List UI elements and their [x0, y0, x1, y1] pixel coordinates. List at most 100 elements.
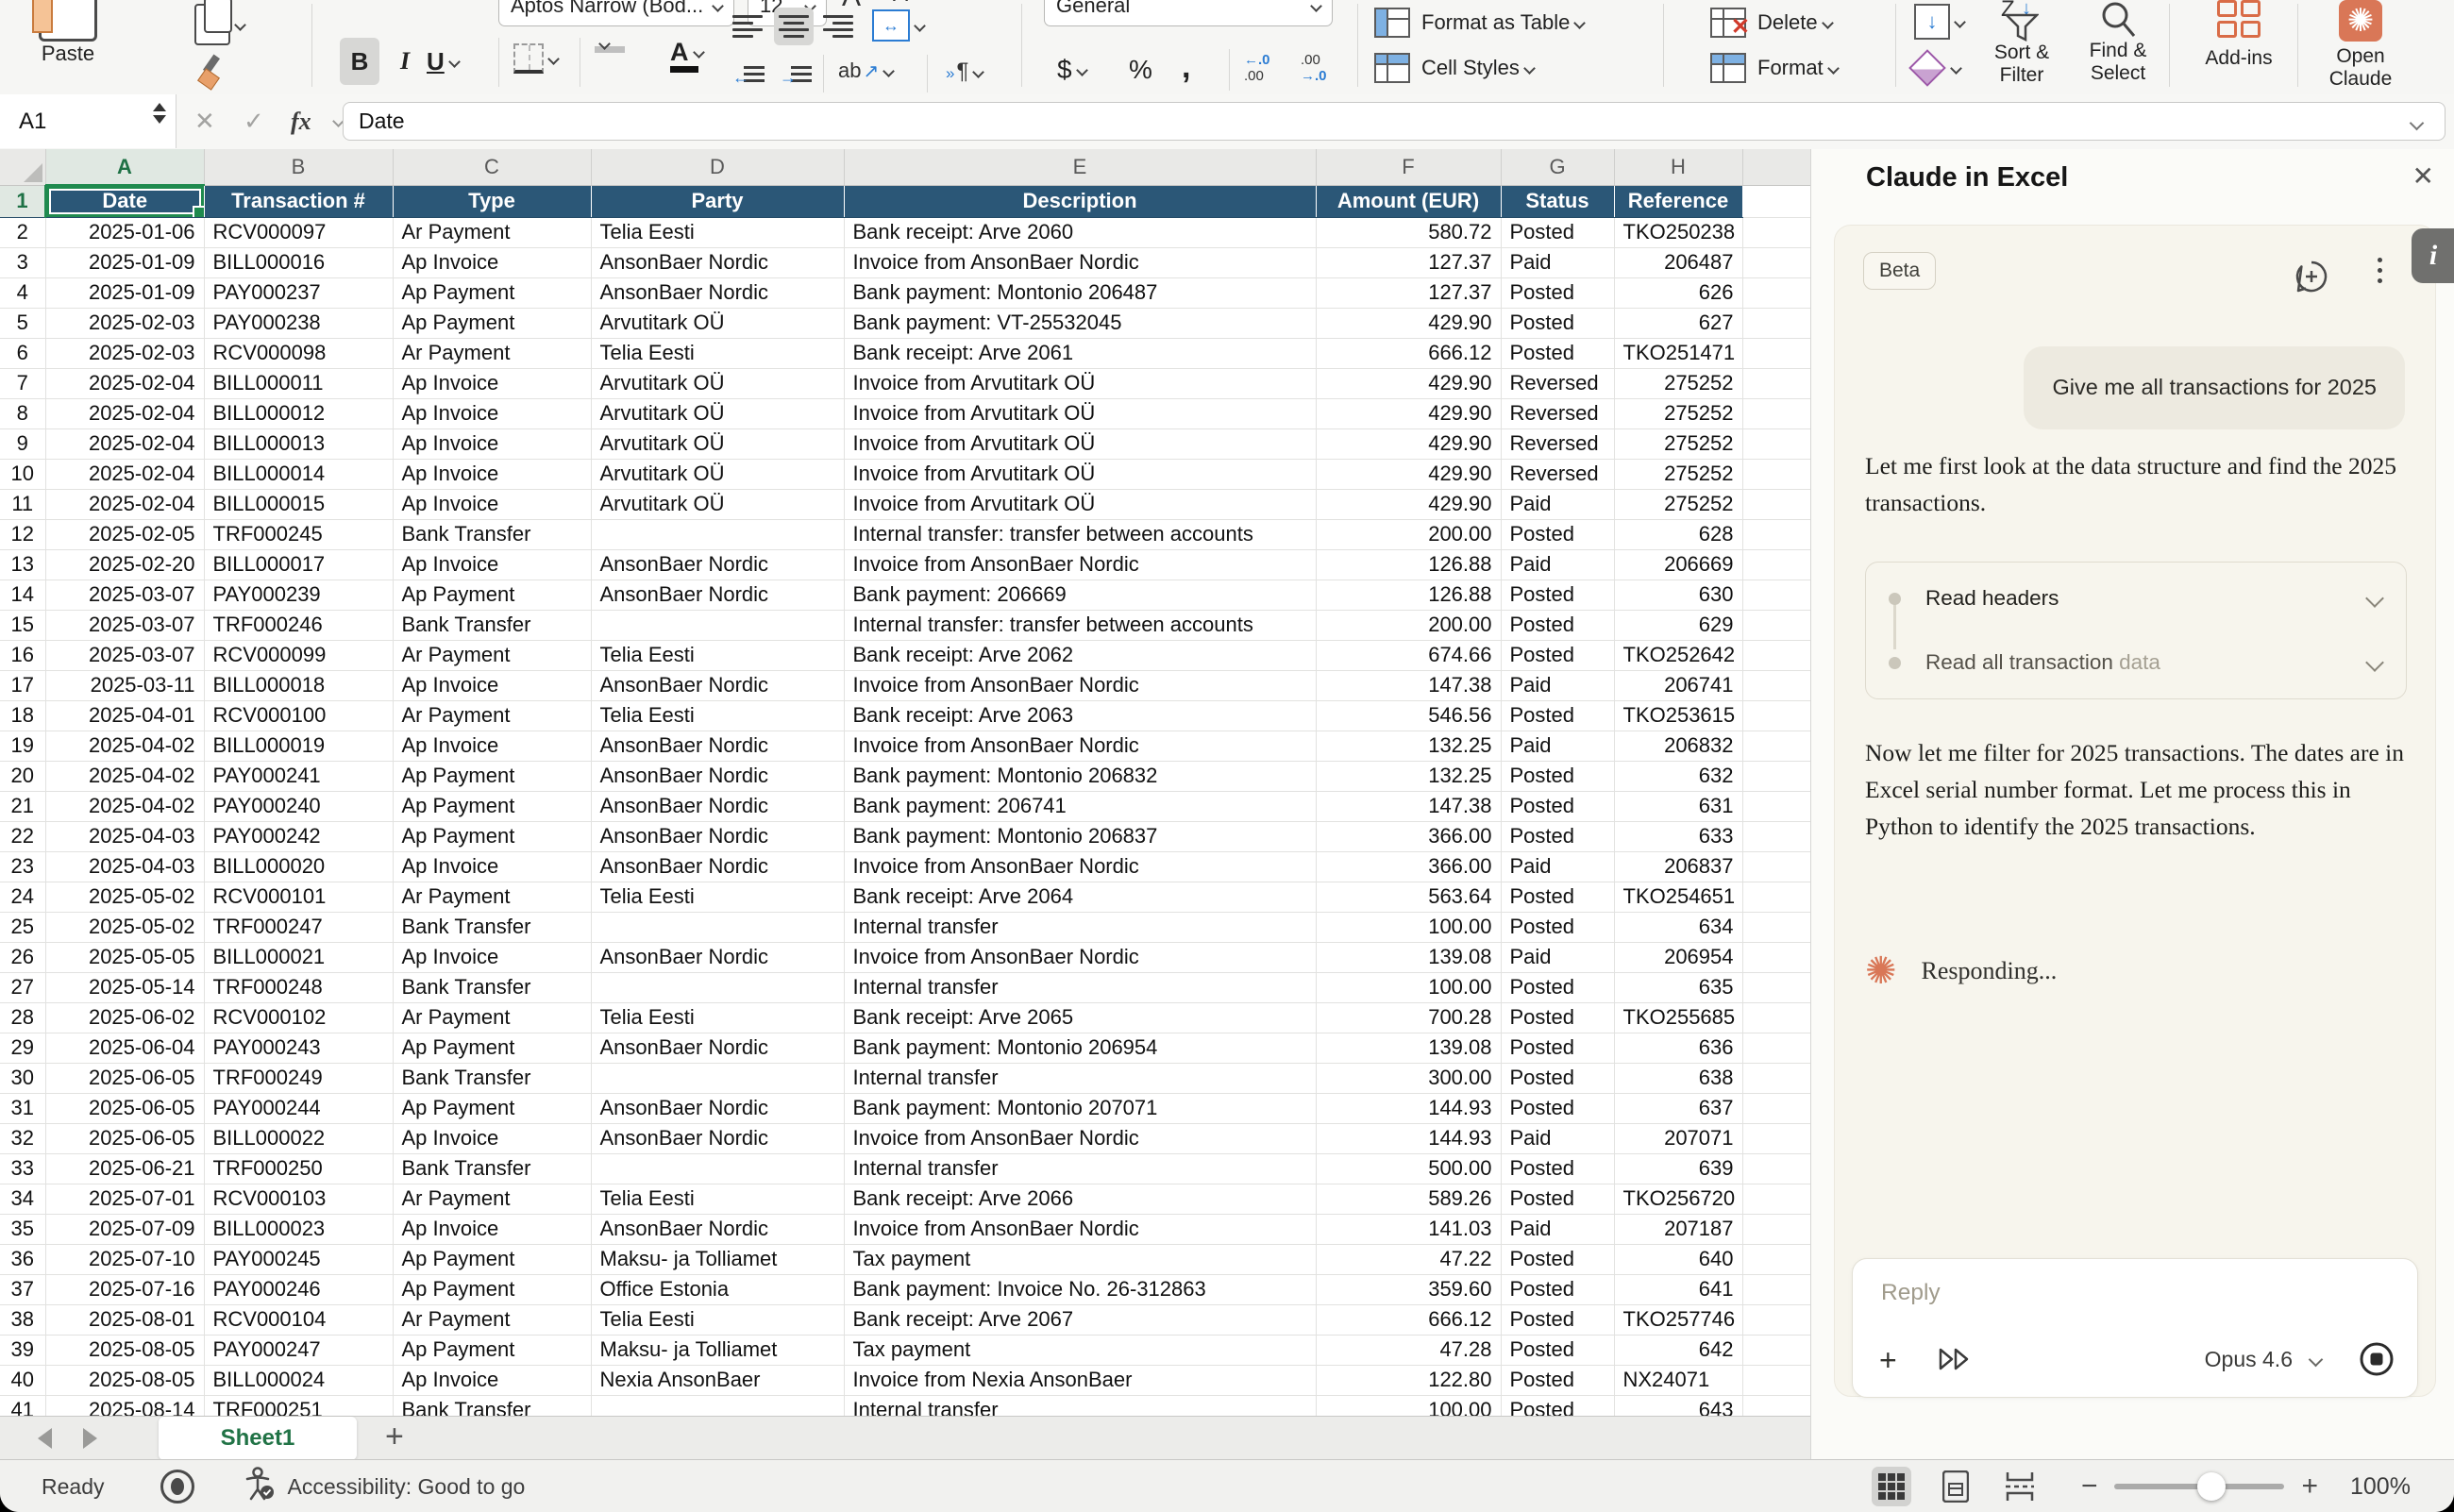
name-box-spinner[interactable] — [153, 103, 166, 124]
cell[interactable] — [1742, 398, 1810, 428]
cell[interactable]: 666.12 — [1316, 1304, 1501, 1335]
cell[interactable]: 126.88 — [1316, 549, 1501, 580]
cell[interactable]: Bank payment: Montonio 206487 — [844, 277, 1316, 308]
cell[interactable]: Posted — [1501, 1304, 1614, 1335]
cell[interactable]: Ar Payment — [393, 217, 591, 247]
cell[interactable]: Ar Payment — [393, 640, 591, 670]
row-number[interactable]: 21 — [0, 791, 45, 821]
cell[interactable]: 359.60 — [1316, 1274, 1501, 1304]
formula-input[interactable]: Date — [343, 102, 2446, 141]
cell[interactable] — [1742, 972, 1810, 1002]
cell[interactable]: 674.66 — [1316, 640, 1501, 670]
cell[interactable]: 429.90 — [1316, 489, 1501, 519]
italic-button[interactable]: I — [387, 38, 423, 85]
cell[interactable]: Ap Payment — [393, 1274, 591, 1304]
header-cell[interactable]: Reference — [1614, 185, 1742, 217]
cell[interactable]: 2025-04-03 — [45, 821, 204, 851]
copy-button[interactable] — [194, 4, 244, 45]
cell[interactable]: 2025-02-20 — [45, 549, 204, 580]
cell[interactable]: Bank payment: Montonio 207071 — [844, 1093, 1316, 1123]
info-icon[interactable]: i — [2412, 228, 2454, 283]
cell[interactable]: Ap Payment — [393, 308, 591, 338]
cell[interactable]: Bank Transfer — [393, 519, 591, 549]
cell[interactable]: 2025-04-03 — [45, 851, 204, 882]
zoom-slider-thumb[interactable] — [2197, 1472, 2226, 1501]
column-header-F[interactable]: F — [1316, 149, 1501, 185]
cell[interactable]: RCV000104 — [204, 1304, 393, 1335]
cell[interactable]: Bank Transfer — [393, 1153, 591, 1184]
cell[interactable] — [1742, 821, 1810, 851]
row-number[interactable]: 9 — [0, 428, 45, 459]
cell[interactable]: 631 — [1614, 791, 1742, 821]
cell[interactable]: 2025-03-07 — [45, 580, 204, 610]
percent-button[interactable]: % — [1129, 55, 1152, 85]
cell[interactable]: 2025-06-05 — [45, 1093, 204, 1123]
cell[interactable]: AnsonBaer Nordic — [591, 731, 844, 761]
cell[interactable]: Ap Invoice — [393, 1214, 591, 1244]
zoom-out-button[interactable]: − — [2081, 1470, 2098, 1503]
cell[interactable]: Invoice from Arvutitark OÜ — [844, 489, 1316, 519]
merge-center-button[interactable]: ↔ — [872, 9, 924, 42]
cell[interactable]: 139.08 — [1316, 1033, 1501, 1063]
cell[interactable]: 642 — [1614, 1335, 1742, 1365]
cell[interactable] — [1742, 1093, 1810, 1123]
column-header-G[interactable]: G — [1501, 149, 1614, 185]
cell[interactable]: 2025-05-14 — [45, 972, 204, 1002]
cell[interactable]: Ap Invoice — [393, 942, 591, 972]
cell-styles-button[interactable]: Cell Styles — [1374, 53, 1534, 83]
wrap-text-button[interactable]: »¶ — [946, 59, 983, 85]
cell[interactable]: Posted — [1501, 1365, 1614, 1395]
cell[interactable]: Bank receipt: Arve 2065 — [844, 1002, 1316, 1033]
cell[interactable]: 2025-02-05 — [45, 519, 204, 549]
cell[interactable]: Posted — [1501, 821, 1614, 851]
cell[interactable] — [591, 1153, 844, 1184]
comma-button[interactable]: , — [1182, 49, 1190, 86]
cell[interactable]: Ap Invoice — [393, 428, 591, 459]
cell[interactable]: 637 — [1614, 1093, 1742, 1123]
reply-box[interactable]: Reply + Opus 4.6 — [1852, 1258, 2418, 1398]
cell[interactable]: BILL000020 — [204, 851, 393, 882]
cell[interactable]: Telia Eesti — [591, 1304, 844, 1335]
cell[interactable]: 633 — [1614, 821, 1742, 851]
cell[interactable]: 638 — [1614, 1063, 1742, 1093]
cell[interactable]: 275252 — [1614, 489, 1742, 519]
cell[interactable]: Bank Transfer — [393, 1395, 591, 1416]
cell[interactable]: Ap Invoice — [393, 1365, 591, 1395]
cell[interactable]: 628 — [1614, 519, 1742, 549]
fill-color-button[interactable] — [595, 40, 609, 48]
cell[interactable]: Ap Payment — [393, 1093, 591, 1123]
cell[interactable]: Invoice from Nexia AnsonBaer — [844, 1365, 1316, 1395]
row-number[interactable]: 5 — [0, 308, 45, 338]
cell[interactable] — [1742, 1365, 1810, 1395]
cell[interactable]: 2025-07-09 — [45, 1214, 204, 1244]
add-sheet-button[interactable]: + — [385, 1419, 404, 1455]
cell[interactable]: Bank receipt: Arve 2067 — [844, 1304, 1316, 1335]
cell[interactable]: Posted — [1501, 1335, 1614, 1365]
cell[interactable]: Telia Eesti — [591, 338, 844, 368]
cell[interactable]: 429.90 — [1316, 398, 1501, 428]
cell[interactable]: 2025-08-01 — [45, 1304, 204, 1335]
cell[interactable]: PAY000247 — [204, 1335, 393, 1365]
cell[interactable] — [1742, 1063, 1810, 1093]
cell[interactable]: 629 — [1614, 610, 1742, 640]
cell[interactable]: PAY000245 — [204, 1244, 393, 1274]
cell[interactable]: 275252 — [1614, 428, 1742, 459]
cell[interactable]: Posted — [1501, 700, 1614, 731]
cell[interactable]: 366.00 — [1316, 821, 1501, 851]
header-cell[interactable]: Type — [393, 185, 591, 217]
cell[interactable]: 132.25 — [1316, 731, 1501, 761]
paste-button[interactable]: Paste — [23, 0, 113, 66]
cell[interactable]: 626 — [1614, 277, 1742, 308]
row-number[interactable]: 18 — [0, 700, 45, 731]
cell[interactable] — [1742, 912, 1810, 942]
cell[interactable]: Invoice from Arvutitark OÜ — [844, 398, 1316, 428]
cell[interactable]: AnsonBaer Nordic — [591, 1093, 844, 1123]
cell[interactable]: Paid — [1501, 670, 1614, 700]
header-cell[interactable]: Transaction # — [204, 185, 393, 217]
zoom-in-button[interactable]: + — [2301, 1470, 2318, 1503]
cell[interactable]: Bank Transfer — [393, 972, 591, 1002]
row-number[interactable]: 11 — [0, 489, 45, 519]
cell[interactable]: 100.00 — [1316, 912, 1501, 942]
cell[interactable]: 206837 — [1614, 851, 1742, 882]
cell[interactable]: AnsonBaer Nordic — [591, 277, 844, 308]
